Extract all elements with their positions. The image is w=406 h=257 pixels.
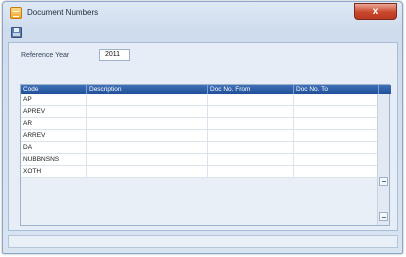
cell-doc-no-to[interactable] <box>294 166 379 178</box>
cell-code[interactable]: AR <box>21 118 87 130</box>
document-numbers-window: Document Numbers x Reference Year 2011 C… <box>2 1 403 254</box>
cell-code[interactable]: APREV <box>21 106 87 118</box>
cell-code[interactable]: NUBBNSNS <box>21 154 87 166</box>
table-row[interactable]: AR <box>21 118 379 130</box>
title-bar: Document Numbers x <box>3 2 402 24</box>
cell-code[interactable]: AP <box>21 94 87 106</box>
cell-doc-no-from[interactable] <box>208 130 294 142</box>
document-numbers-grid: Code Description Doc No. From Doc No. To… <box>20 84 391 226</box>
cell-code[interactable]: XOTH <box>21 166 87 178</box>
cell-doc-no-to[interactable] <box>294 130 379 142</box>
cell-description[interactable] <box>87 130 208 142</box>
cell-description[interactable] <box>87 166 208 178</box>
chevron-down-icon[interactable] <box>379 212 388 221</box>
window-title: Document Numbers <box>27 8 99 17</box>
reference-year-label: Reference Year <box>21 52 70 59</box>
cell-description[interactable] <box>87 142 208 154</box>
vertical-scrollbar[interactable] <box>377 94 389 225</box>
cell-doc-no-from[interactable] <box>208 166 294 178</box>
cell-code[interactable]: ARREV <box>21 130 87 142</box>
cell-doc-no-to[interactable] <box>294 154 379 166</box>
cell-code[interactable]: DA <box>21 142 87 154</box>
column-header-doc-no-from[interactable]: Doc No. From <box>208 85 294 94</box>
cell-doc-no-from[interactable] <box>208 106 294 118</box>
table-row[interactable]: DA <box>21 142 379 154</box>
toolbar <box>8 26 398 40</box>
column-header-description[interactable]: Description <box>87 85 208 94</box>
table-row[interactable]: XOTH <box>21 166 379 178</box>
document-app-icon <box>10 7 22 19</box>
table-row[interactable]: NUBBNSNS <box>21 154 379 166</box>
save-icon[interactable] <box>11 27 22 38</box>
cell-doc-no-to[interactable] <box>294 94 379 106</box>
reference-year-input[interactable]: 2011 <box>99 49 130 61</box>
cell-doc-no-from[interactable] <box>208 142 294 154</box>
status-bar <box>8 235 398 248</box>
cell-description[interactable] <box>87 94 208 106</box>
content-panel: Reference Year 2011 Code Description Doc… <box>8 42 398 231</box>
cell-description[interactable] <box>87 106 208 118</box>
cell-doc-no-to[interactable] <box>294 142 379 154</box>
table-row[interactable]: AP <box>21 94 379 106</box>
cell-doc-no-to[interactable] <box>294 106 379 118</box>
column-header-code[interactable]: Code <box>21 85 87 94</box>
table-row[interactable]: ARREV <box>21 130 379 142</box>
close-button[interactable]: x <box>354 3 397 20</box>
grid-header: Code Description Doc No. From Doc No. To <box>21 85 391 94</box>
cell-description[interactable] <box>87 154 208 166</box>
cell-description[interactable] <box>87 118 208 130</box>
chevron-up-icon[interactable] <box>379 177 388 186</box>
cell-doc-no-from[interactable] <box>208 94 294 106</box>
cell-doc-no-from[interactable] <box>208 118 294 130</box>
column-header-doc-no-to[interactable]: Doc No. To <box>294 85 379 94</box>
table-row[interactable]: APREV <box>21 106 379 118</box>
cell-doc-no-to[interactable] <box>294 118 379 130</box>
cell-doc-no-from[interactable] <box>208 154 294 166</box>
